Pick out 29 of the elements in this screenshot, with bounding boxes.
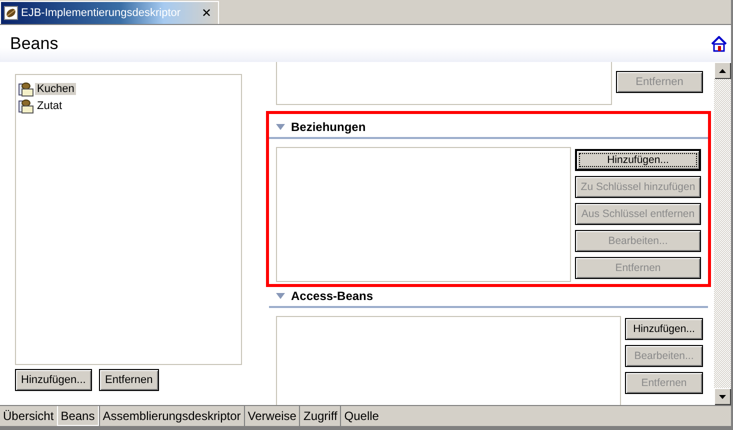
section-title: Beziehungen xyxy=(291,120,366,134)
page-tab[interactable]: Verweise xyxy=(244,406,300,426)
expand-icon xyxy=(276,124,285,130)
section-header[interactable]: Beziehungen xyxy=(269,118,708,139)
scrollbar[interactable] xyxy=(714,62,731,405)
home-icon[interactable] xyxy=(711,36,727,52)
button[interactable]: Hinzufügen... xyxy=(575,149,701,171)
page-tab[interactable]: Übersicht xyxy=(0,406,57,426)
button[interactable]: Hinzufügen... xyxy=(625,318,703,340)
page-tab[interactable]: Assemblierungsdeskriptor xyxy=(98,406,244,426)
bean-icon xyxy=(4,6,18,20)
section-title: Access-Beans xyxy=(291,288,374,302)
close-icon[interactable]: ✕ xyxy=(202,6,212,20)
list-box[interactable] xyxy=(276,147,571,282)
expand-icon xyxy=(276,292,285,298)
bean-icon xyxy=(18,98,34,114)
bean-item[interactable]: Kuchen xyxy=(35,82,76,94)
button[interactable]: Entfernen xyxy=(99,369,159,391)
bean-icon xyxy=(18,80,34,96)
page-title: Beans xyxy=(10,34,58,54)
page-tab[interactable]: Zugriff xyxy=(299,406,340,426)
down-arrow-icon[interactable] xyxy=(719,394,726,398)
list-box[interactable] xyxy=(276,316,621,405)
bean-item[interactable]: Zutat xyxy=(35,100,64,112)
up-arrow-icon[interactable] xyxy=(719,68,726,72)
page-tab[interactable]: Beans xyxy=(56,406,99,426)
page-tab[interactable]: Quelle xyxy=(340,406,382,426)
button[interactable]: Hinzufügen... xyxy=(15,369,92,391)
section-header[interactable]: Access-Beans xyxy=(269,287,708,308)
